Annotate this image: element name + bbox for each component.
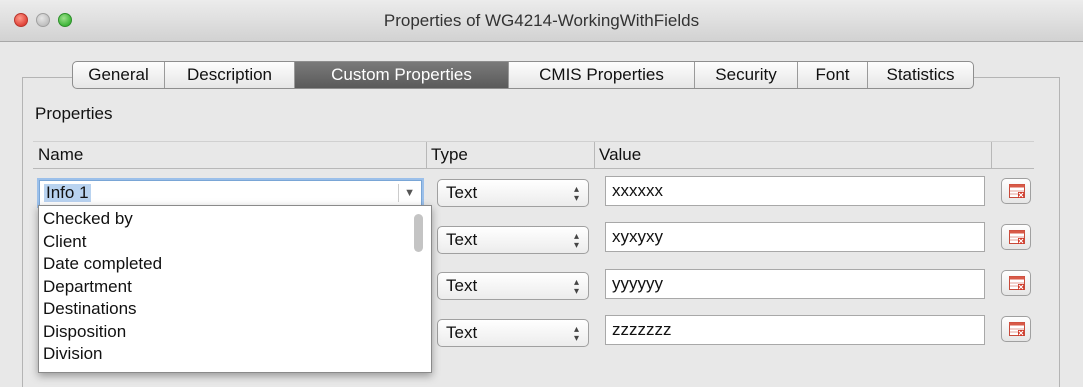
- type-select-value: Text: [446, 183, 478, 202]
- delete-property-button[interactable]: [1001, 224, 1031, 250]
- dropdown-option[interactable]: Client: [39, 231, 162, 254]
- value-field[interactable]: yyyyyy: [605, 269, 985, 299]
- name-combo-value[interactable]: Info 1: [44, 184, 91, 202]
- value-field[interactable]: xyxyxy: [605, 222, 985, 252]
- chevron-down-icon[interactable]: ▼: [404, 187, 415, 199]
- column-header-type[interactable]: Type: [427, 142, 595, 168]
- dropdown-option[interactable]: Division: [39, 343, 162, 366]
- column-header-value[interactable]: Value: [595, 142, 992, 168]
- delete-property-icon: [1009, 276, 1025, 290]
- tab-security[interactable]: Security: [695, 62, 798, 88]
- delete-property-icon: [1009, 230, 1025, 244]
- delete-property-icon: [1009, 184, 1025, 198]
- tab-font[interactable]: Font: [798, 62, 868, 88]
- type-select-value: Text: [446, 323, 478, 342]
- dropdown-scrollbar-thumb[interactable]: [414, 214, 423, 252]
- updown-arrows-icon: ▴ ▾: [573, 231, 579, 251]
- value-field[interactable]: xxxxxx: [605, 176, 985, 206]
- delete-property-button[interactable]: [1001, 270, 1031, 296]
- title-bar: Properties of WG4214-WorkingWithFields: [0, 0, 1083, 42]
- updown-arrows-icon: ▴ ▾: [573, 277, 579, 297]
- type-select-value: Text: [446, 230, 478, 249]
- dropdown-option[interactable]: Department: [39, 276, 162, 299]
- dropdown-option[interactable]: Checked by: [39, 208, 162, 231]
- column-header-name[interactable]: Name: [34, 142, 427, 168]
- type-select-value: Text: [446, 276, 478, 295]
- delete-property-button[interactable]: [1001, 316, 1031, 342]
- tab-bar: General Description Custom Properties CM…: [72, 61, 974, 89]
- name-combo-box[interactable]: Info 1 ▼: [39, 180, 422, 206]
- type-select[interactable]: Text ▴ ▾: [437, 319, 589, 347]
- dropdown-option[interactable]: Disposition: [39, 321, 162, 344]
- section-label: Properties: [35, 104, 113, 123]
- window-title: Properties of WG4214-WorkingWithFields: [383, 11, 700, 30]
- name-dropdown-list[interactable]: Checked by Client Date completed Departm…: [38, 205, 432, 373]
- delete-property-button[interactable]: [1001, 178, 1031, 204]
- dropdown-options: Checked by Client Date completed Departm…: [39, 208, 162, 366]
- type-select[interactable]: Text ▴ ▾: [437, 179, 589, 207]
- updown-arrows-icon: ▴ ▾: [573, 184, 579, 204]
- tab-custom-properties[interactable]: Custom Properties: [295, 62, 509, 88]
- combo-divider: [398, 184, 399, 202]
- delete-property-icon: [1009, 322, 1025, 336]
- dropdown-option[interactable]: Date completed: [39, 253, 162, 276]
- tab-description[interactable]: Description: [165, 62, 295, 88]
- dropdown-option[interactable]: Destinations: [39, 298, 162, 321]
- value-field[interactable]: zzzzzzz: [605, 315, 985, 345]
- tab-statistics[interactable]: Statistics: [868, 62, 973, 88]
- type-select[interactable]: Text ▴ ▾: [437, 272, 589, 300]
- tab-cmis-properties[interactable]: CMIS Properties: [509, 62, 695, 88]
- type-select[interactable]: Text ▴ ▾: [437, 226, 589, 254]
- tab-general[interactable]: General: [73, 62, 165, 88]
- updown-arrows-icon: ▴ ▾: [573, 324, 579, 344]
